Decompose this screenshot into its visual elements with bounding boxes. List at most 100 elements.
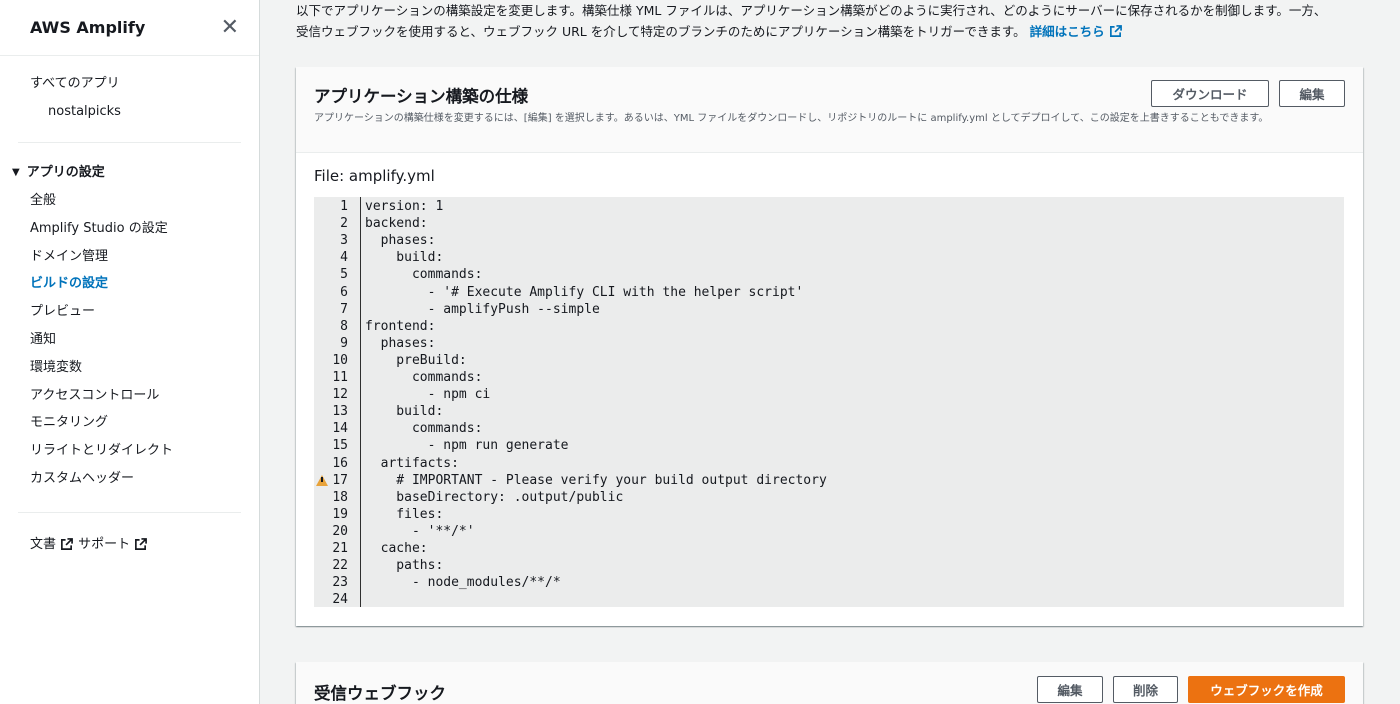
- code-text: - '# Execute Amplify CLI with the helper…: [365, 284, 804, 300]
- code-line: 20 - '**/*': [314, 523, 1344, 540]
- webhooks-header: 受信ウェブフック 編集 削除 ウェブフックを作成: [296, 662, 1363, 704]
- code-line: 7 - amplifyPush --simple: [314, 301, 1344, 318]
- sidebar-items: 全般 Amplify Studio の設定 ドメイン管理 ビルドの設定 プレビュー 通知環…: [0, 187, 259, 493]
- external-link-icon: [1109, 25, 1122, 37]
- line-number: 4: [340, 250, 348, 266]
- line-number: 20: [332, 523, 348, 539]
- line-number: 10: [332, 352, 348, 368]
- intro-line-1: 以下でアプリケーションの構築設定を変更します。構築仕様 YML ファイルは、アプ…: [296, 3, 1327, 18]
- sidebar-header: AWS Amplify ✕: [0, 0, 259, 56]
- code-line: 17 # IMPORTANT - Please verify your buil…: [314, 472, 1344, 489]
- docs-label: 文書: [30, 536, 57, 552]
- intro-line-2-text: 受信ウェブフックを使用すると、ウェブフック URL を介して特定のブランチのため…: [296, 24, 1026, 39]
- code-line: 18 baseDirectory: .output/public: [314, 489, 1344, 506]
- code-text: phases:: [365, 233, 436, 249]
- code-text: build:: [365, 404, 444, 420]
- code-text: version: 1: [365, 199, 444, 214]
- code-line: 24: [314, 591, 1344, 608]
- download-button[interactable]: ダウンロード: [1151, 80, 1269, 107]
- code-viewer[interactable]: 1 version: 1 2 backend: 3 phases: 4 build: 5 c…: [314, 197, 1344, 607]
- learn-more-label: 詳細はこちら: [1029, 24, 1105, 39]
- code-line: 3 phases:: [314, 232, 1344, 249]
- code-line: 5 commands:: [314, 266, 1344, 283]
- code-text: # IMPORTANT - Please verify your build o…: [365, 472, 827, 488]
- intro-line-2: 受信ウェブフックを使用すると、ウェブフック URL を介して特定のブランチのため…: [296, 21, 1376, 42]
- code-line: 10 preBuild:: [314, 352, 1344, 369]
- code-text: commands:: [365, 370, 483, 385]
- edit-button[interactable]: 編集: [1279, 80, 1345, 107]
- learn-more-link[interactable]: 詳細はこちら: [1030, 21, 1122, 42]
- line-number: 9: [340, 335, 348, 351]
- app-service-title: AWS Amplify: [30, 18, 146, 37]
- line-number: 12: [332, 387, 348, 403]
- sidebar-item[interactable]: リライトとリダイレクト: [0, 437, 259, 465]
- webhook-delete-button[interactable]: 削除: [1113, 676, 1178, 703]
- code-text: paths:: [365, 558, 444, 574]
- sidebar-link-docs[interactable]: 文書: [30, 531, 73, 559]
- sidebar-link-app[interactable]: nostalpicks: [30, 98, 259, 126]
- line-number: 11: [332, 370, 348, 385]
- line-number: 3: [340, 233, 348, 249]
- code-text: - npm run generate: [365, 438, 569, 454]
- line-number: 5: [340, 267, 348, 283]
- sidebar-item[interactable]: Amplify Studio の設定: [0, 215, 259, 243]
- code-text: cache:: [365, 541, 428, 556]
- code-text: - node_modules/**/*: [365, 575, 561, 591]
- sidebar-item[interactable]: 環境変数: [0, 354, 259, 382]
- sidebar-item[interactable]: カスタムヘッダー: [0, 465, 259, 493]
- code-line: 22 paths:: [314, 557, 1344, 574]
- code-line: 21 cache:: [314, 540, 1344, 557]
- build-spec-card: アプリケーション構築の仕様 アプリケーションの構築仕様を変更するには、[編集] …: [296, 67, 1363, 626]
- line-number: 7: [340, 301, 348, 317]
- sidebar-item[interactable]: モニタリング: [0, 409, 259, 437]
- code-line: 23 - node_modules/**/*: [314, 574, 1344, 591]
- code-line: 15 - npm run generate: [314, 437, 1344, 454]
- build-spec-description: アプリケーションの構築仕様を変更するには、[編集] を選択します。あるいは、YM…: [314, 113, 1269, 124]
- sidebar-item[interactable]: 通知: [0, 326, 259, 354]
- webhooks-card: 受信ウェブフック 編集 削除 ウェブフックを作成: [296, 662, 1363, 704]
- line-number: 15: [332, 438, 348, 454]
- sidebar-link-support[interactable]: サポート: [78, 531, 148, 559]
- line-number: 2: [340, 216, 348, 232]
- intro-text: 以下でアプリケーションの構築設定を変更します。構築仕様 YML ファイルは、アプ…: [296, 0, 1376, 42]
- external-link-icon: [135, 538, 148, 551]
- line-number: 23: [332, 575, 348, 591]
- create-webhook-button[interactable]: ウェブフックを作成: [1188, 676, 1345, 703]
- code-line: 4 build:: [314, 249, 1344, 266]
- line-number: 24: [332, 592, 348, 608]
- support-label: サポート: [78, 536, 131, 552]
- code-line: 11 commands:: [314, 369, 1344, 386]
- sidebar-item[interactable]: プレビュー: [0, 298, 259, 326]
- code-text: - npm ci: [365, 387, 491, 403]
- code-line: 13 build:: [314, 403, 1344, 420]
- sidebar: AWS Amplify ✕ すべてのアプリ nostalpicks ▼ アプリの…: [0, 0, 260, 704]
- code-text: commands:: [365, 421, 483, 437]
- code-text: frontend:: [365, 318, 436, 334]
- sidebar-item[interactable]: ドメイン管理: [0, 243, 259, 271]
- sidebar-item[interactable]: 全般: [0, 187, 259, 215]
- close-icon[interactable]: ✕: [221, 16, 239, 39]
- code-text: files:: [365, 506, 444, 522]
- code-line: 1 version: 1: [314, 198, 1344, 215]
- sidebar-divider: [18, 511, 241, 513]
- sidebar-item[interactable]: アクセスコントロール: [0, 382, 259, 410]
- code-line: 16 artifacts:: [314, 455, 1344, 472]
- code-line: 19 files:: [314, 506, 1344, 523]
- line-number: 18: [332, 489, 348, 505]
- line-number: 17: [332, 472, 348, 488]
- code-line: 8 frontend:: [314, 318, 1344, 335]
- code-line: 12 - npm ci: [314, 386, 1344, 403]
- sidebar-link-all-apps[interactable]: すべてのアプリ: [30, 70, 259, 98]
- sidebar-group-app-settings[interactable]: ▼ アプリの設定: [0, 159, 259, 187]
- line-number: 14: [332, 421, 348, 437]
- code-text: build:: [365, 250, 444, 266]
- code-text: - amplifyPush --simple: [365, 301, 600, 317]
- webhook-edit-button[interactable]: 編集: [1037, 676, 1103, 703]
- code-text: baseDirectory: .output/public: [365, 489, 624, 505]
- line-number: 13: [332, 404, 348, 420]
- sidebar-item[interactable]: ビルドの設定: [0, 270, 259, 298]
- code-text: commands:: [365, 267, 483, 283]
- code-text: phases:: [365, 335, 436, 351]
- code-line: 9 phases:: [314, 335, 1344, 352]
- code-line: 14 commands:: [314, 420, 1344, 437]
